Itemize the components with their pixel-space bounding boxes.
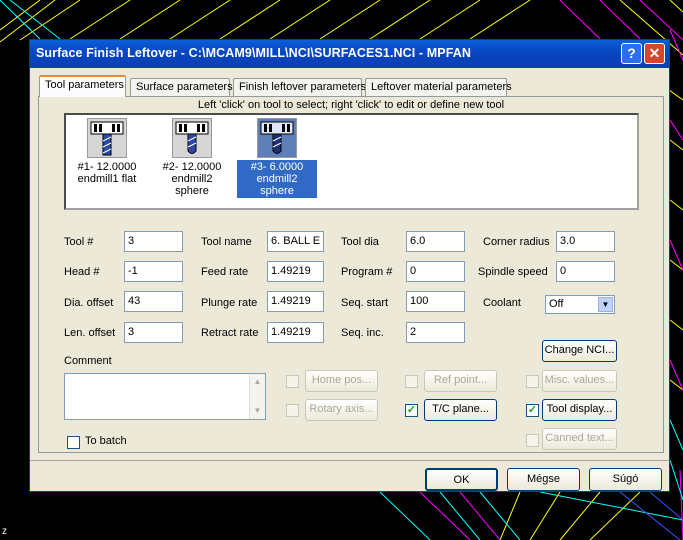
len-offset-label: Len. offset [64, 327, 116, 339]
dropdown-arrow-icon[interactable]: ▼ [598, 297, 613, 312]
to-batch-label: To batch [85, 435, 127, 447]
coolant-label: Coolant [483, 297, 521, 309]
stray-cad-label: z [2, 526, 7, 537]
tool-3-caption: #3- 6.0000 endmill2 sphere [237, 160, 317, 198]
checkmark-icon: ✓ [406, 404, 417, 416]
feed-rate-field[interactable]: 1.49219 [267, 261, 324, 282]
plunge-rate-label: Plunge rate [201, 297, 258, 309]
rotary-axis-button[interactable]: Rotary axis... [305, 399, 378, 421]
coolant-value: Off [549, 298, 564, 310]
scroll-down-icon[interactable]: ▼ [250, 403, 265, 419]
tool-item-2[interactable]: #2- 12.0000 endmill2 sphere [152, 118, 232, 198]
coolant-select[interactable]: Off ▼ [545, 295, 615, 314]
dia-offset-field[interactable]: 43 [124, 291, 183, 312]
retract-rate-label: Retract rate [201, 327, 259, 339]
canned-text-checkbox[interactable] [526, 434, 539, 447]
tab-finish-leftover-parameters[interactable]: Finish leftover parameters [233, 78, 366, 96]
tool-num-label: Tool # [64, 236, 94, 248]
seq-start-label: Seq. start [341, 297, 389, 309]
spindle-speed-label: Spindle speed [478, 266, 548, 278]
help-title-button[interactable]: ? [621, 43, 642, 64]
tc-plane-button[interactable]: T/C plane... [424, 399, 497, 421]
tool-dia-label: Tool dia [341, 236, 379, 248]
tool-name-field[interactable]: 6. BALL E [267, 231, 324, 252]
tool-2-caption: #2- 12.0000 endmill2 sphere [162, 161, 222, 197]
corner-radius-label: Corner radius [483, 236, 550, 248]
seq-inc-label: Seq. inc. [341, 327, 384, 339]
tool-display-checkbox[interactable]: ✓ [526, 404, 539, 417]
comment-label: Comment [64, 355, 112, 367]
home-pos-button[interactable]: Home pos... [305, 370, 378, 392]
tool-num-field[interactable]: 3 [124, 231, 183, 252]
change-nci-button[interactable]: Change NCI... [542, 340, 617, 362]
ball-endmill-icon [172, 118, 212, 158]
comment-textarea[interactable]: ▲ ▼ [64, 373, 266, 420]
question-icon: ? [627, 45, 636, 61]
tool-list[interactable]: #1- 12.0000 endmill1 flat #2- 12.0000 endm… [64, 113, 639, 210]
tab-surface-parameters[interactable]: Surface parameters [130, 78, 233, 96]
ref-point-checkbox[interactable] [405, 375, 418, 388]
tab-tool-parameters[interactable]: Tool parameters [39, 75, 126, 97]
seq-inc-field[interactable]: 2 [406, 322, 465, 343]
scroll-up-icon[interactable]: ▲ [250, 374, 265, 390]
seq-start-field[interactable]: 100 [406, 291, 465, 312]
tab-leftover-material-parameters[interactable]: Leftover material parameters [365, 78, 512, 96]
head-num-field[interactable]: -1 [124, 261, 183, 282]
tool-dia-field[interactable]: 6.0 [406, 231, 465, 252]
tool-1-caption: #1- 12.0000 endmill1 flat [77, 161, 137, 185]
feed-rate-label: Feed rate [201, 266, 249, 278]
retract-rate-field[interactable]: 1.49219 [267, 322, 324, 343]
len-offset-field[interactable]: 3 [124, 322, 183, 343]
program-num-field[interactable]: 0 [406, 261, 465, 282]
misc-values-checkbox[interactable] [526, 375, 539, 388]
tool-parameters-panel: Left 'click' on tool to select; right 'c… [38, 96, 664, 453]
close-button[interactable]: ✕ [644, 43, 665, 64]
close-icon: ✕ [648, 45, 661, 61]
program-num-label: Program # [341, 266, 393, 278]
rotary-axis-checkbox[interactable] [286, 404, 299, 417]
ref-point-button[interactable]: Ref point... [424, 370, 497, 392]
misc-values-button[interactable]: Misc. values... [542, 370, 617, 392]
flat-endmill-icon [87, 118, 127, 158]
plunge-rate-field[interactable]: 1.49219 [267, 291, 324, 312]
tc-plane-checkbox[interactable]: ✓ [405, 404, 418, 417]
ball-endmill-icon [257, 118, 297, 158]
ok-button[interactable]: OK [425, 468, 498, 491]
tool-list-hint: Left 'click' on tool to select; right 'c… [197, 99, 505, 111]
tool-item-3[interactable]: #3- 6.0000 endmill2 sphere [237, 118, 317, 198]
dia-offset-label: Dia. offset [64, 297, 114, 309]
tool-display-button[interactable]: Tool display... [542, 399, 617, 421]
cancel-button[interactable]: Mégse [507, 468, 580, 491]
comment-scrollbar[interactable]: ▲ ▼ [249, 374, 265, 419]
window-title: Surface Finish Leftover - C:\MCAM9\MILL\… [36, 46, 472, 60]
corner-radius-field[interactable]: 3.0 [556, 231, 615, 252]
tool-name-label: Tool name [201, 236, 252, 248]
head-num-label: Head # [64, 266, 100, 278]
spindle-speed-field[interactable]: 0 [556, 261, 615, 282]
footer-divider [30, 460, 669, 461]
to-batch-checkbox[interactable] [67, 436, 80, 449]
canned-text-button[interactable]: Canned text... [542, 428, 617, 450]
surface-finish-leftover-dialog: Surface Finish Leftover - C:\MCAM9\MILL\… [29, 39, 670, 492]
title-bar[interactable]: Surface Finish Leftover - C:\MCAM9\MILL\… [30, 40, 669, 68]
home-pos-checkbox[interactable] [286, 375, 299, 388]
tool-item-1[interactable]: #1- 12.0000 endmill1 flat [67, 118, 147, 186]
checkmark-icon: ✓ [527, 404, 538, 416]
help-button[interactable]: Súgó [589, 468, 662, 491]
